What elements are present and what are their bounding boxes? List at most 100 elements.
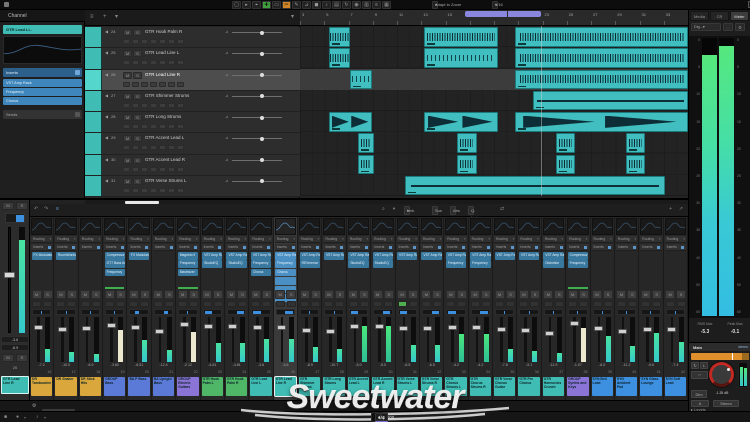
fader-handle[interactable] (350, 324, 359, 329)
toolbar-tool-icon[interactable]: ✚ (262, 1, 271, 9)
solo-button[interactable]: S (335, 290, 345, 299)
mute-button[interactable]: M (178, 290, 188, 299)
track-control-button[interactable] (123, 82, 130, 87)
listen-button[interactable] (203, 301, 212, 307)
routing-header[interactable]: Routing▾ (250, 236, 271, 243)
mute-button[interactable]: M (421, 290, 431, 299)
solo-button[interactable]: S (530, 290, 540, 299)
channel-eq-curve[interactable] (202, 218, 223, 235)
routing-header[interactable]: Routing▾ (275, 236, 296, 243)
track-control-button[interactable] (123, 124, 130, 129)
mute-button[interactable]: M (2, 202, 14, 210)
channel-name-label[interactable]: GROUP Electric Guitars (177, 377, 198, 396)
routing-header[interactable]: Routing▾ (226, 236, 247, 243)
peak-value[interactable]: -8.9 (1, 344, 29, 351)
solo-button[interactable]: S (133, 114, 142, 121)
channel-name-label[interactable]: SYN Soft Lead (665, 377, 686, 396)
mixer-channel[interactable]: Routing▾InsertsVST Amp RackMS-7.835GTR V… (493, 217, 517, 402)
volume-slider[interactable] (232, 117, 282, 118)
volume-slider[interactable] (232, 75, 282, 76)
routing-header[interactable]: Routing▾ (567, 236, 588, 243)
channel-level-value[interactable]: -8.9 (298, 363, 321, 367)
track-control-button[interactable] (177, 103, 184, 108)
mixer-channel[interactable]: Routing▾InsertsMS-6.039SYN Bell Lead (591, 217, 615, 402)
audio-event[interactable] (457, 133, 476, 153)
track-control-button[interactable] (177, 82, 184, 87)
inserts-header[interactable]: Inserts (177, 244, 198, 251)
inserts-header[interactable]: Inserts (31, 244, 52, 251)
volume-slider[interactable] (232, 181, 282, 182)
edit-channel-button[interactable] (238, 301, 247, 307)
insert-slot[interactable]: VST Amp Rack (324, 252, 344, 260)
track-control-button[interactable] (141, 60, 148, 65)
mixer-channel[interactable]: Routing▾InsertsVST Amp RackStudioEQMS-4.… (225, 217, 249, 402)
track-control-button[interactable] (177, 145, 184, 150)
listen-button[interactable] (251, 301, 260, 307)
track-control-button[interactable] (168, 60, 175, 65)
inserts-section-header[interactable]: Inserts (3, 68, 82, 77)
listen-button[interactable] (519, 301, 528, 307)
track-control-button[interactable] (150, 82, 157, 87)
channel-name-label[interactable]: GTR Hook Palm L (202, 377, 223, 396)
mute-button[interactable]: M (373, 290, 383, 299)
track-control-button[interactable] (177, 167, 184, 172)
routing-header[interactable]: Routing▾ (299, 236, 320, 243)
audio-event[interactable] (329, 112, 372, 132)
mute-button[interactable]: M (123, 157, 132, 164)
listen-button[interactable] (568, 301, 577, 307)
inserts-header[interactable]: Inserts (640, 244, 661, 251)
edit-channel-button[interactable] (555, 301, 564, 307)
track-control-button[interactable] (168, 188, 175, 193)
listen-button[interactable] (56, 301, 65, 307)
channel-name-label[interactable]: BA P Bass (128, 377, 149, 396)
mute-button[interactable]: M (251, 290, 261, 299)
solo-button[interactable]: S (133, 29, 142, 36)
track-name[interactable]: GTR Shimmer Strums (145, 93, 233, 98)
channel-eq-curve[interactable] (665, 218, 686, 235)
track-control-button[interactable] (159, 167, 166, 172)
channel-level-value[interactable]: -10.7 (322, 363, 345, 367)
channel-name-label[interactable]: GROUP Bass (104, 377, 125, 396)
solo-button[interactable]: S (67, 290, 77, 299)
mute-button[interactable]: M (32, 290, 42, 299)
routing-header[interactable]: Routing▾ (55, 236, 76, 243)
edit-channel-button[interactable] (287, 301, 296, 307)
filter-icon[interactable]: ▼ (392, 206, 396, 211)
pan-control[interactable] (276, 309, 295, 315)
track-row[interactable]: ◀27MSGTR Shimmer Strums⊿ (85, 91, 300, 112)
track-control-button[interactable] (141, 167, 148, 172)
routing-header[interactable]: Routing▾ (592, 236, 613, 243)
inserts-header[interactable]: Inserts (445, 244, 466, 251)
volume-slider-handle[interactable] (260, 116, 264, 120)
fader-handle[interactable] (667, 327, 676, 332)
audio-event[interactable] (424, 48, 498, 68)
audio-event[interactable] (556, 155, 575, 175)
mixer-channel[interactable]: Routing▾InsertsCompressorGT7 Bass AmpFre… (103, 217, 127, 402)
track-name[interactable]: GTR Lead Line L (145, 50, 233, 55)
chevron-down-icon[interactable]: ▾ (44, 415, 46, 420)
audio-event[interactable] (329, 27, 350, 47)
listen-button[interactable] (32, 301, 41, 307)
solo-button[interactable]: S (408, 290, 418, 299)
insert-slot[interactable]: Frequency (3, 88, 82, 96)
insert-slot[interactable]: VST Amp Rack (226, 252, 246, 260)
audio-event[interactable] (626, 133, 645, 153)
track-control-button[interactable] (168, 124, 175, 129)
routing-header[interactable]: Routing▾ (518, 236, 539, 243)
routing-header[interactable]: Routing▾ (177, 236, 198, 243)
fader-handle[interactable] (521, 328, 530, 333)
edit-channel-button[interactable] (335, 301, 344, 307)
track-control-button[interactable] (132, 167, 139, 172)
track-control-button[interactable] (150, 124, 157, 129)
channel-name-label[interactable]: GTR Verse Chorus Guitar (494, 377, 515, 396)
track-control-button[interactable] (150, 188, 157, 193)
channel-name-label[interactable]: GTR Chorus Strums R (470, 377, 491, 396)
phones-button[interactable]: ∩ (691, 371, 708, 379)
expand-mixer-icon[interactable]: ↗ (679, 206, 683, 212)
channel-name-label[interactable]: SYN Glass Lounge (640, 377, 661, 396)
fader-handle[interactable] (302, 328, 311, 333)
channel-eq-curve[interactable] (494, 218, 515, 235)
edit-channel-button[interactable] (311, 301, 320, 307)
toolbar-tool-icon[interactable]: ▢ (232, 1, 241, 9)
app-icon[interactable] (4, 2, 9, 7)
